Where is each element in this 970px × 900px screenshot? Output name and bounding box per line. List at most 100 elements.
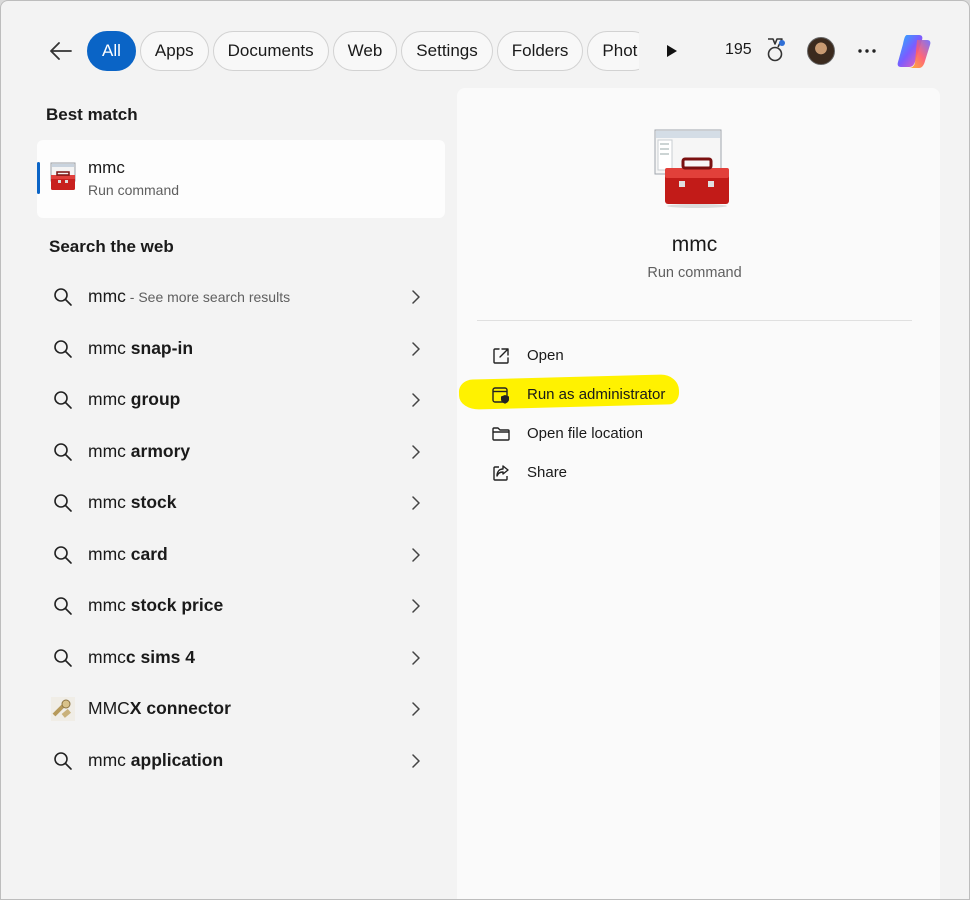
more-filters-button[interactable]	[661, 39, 683, 63]
search-icon	[51, 749, 75, 773]
query-completion: stock	[130, 492, 177, 512]
chevron-right-icon[interactable]	[407, 287, 425, 307]
open-file-location-action[interactable]: Open file location	[487, 419, 747, 449]
web-suggestion-item[interactable]: mmc application	[37, 735, 445, 787]
web-suggestion-label: mmc armory	[88, 441, 190, 462]
search-icon	[51, 285, 75, 309]
web-suggestions-list: mmc - See more search results mmc snap-in…	[37, 271, 445, 786]
web-suggestion-label: mmc card	[88, 544, 168, 565]
chevron-right-icon[interactable]	[407, 339, 425, 359]
connector-thumbnail-icon	[51, 697, 75, 721]
web-suggestion-label: mmc - See more search results	[88, 286, 290, 307]
share-icon	[490, 462, 512, 484]
ellipsis-icon	[858, 49, 876, 53]
web-suggestion-label: mmc stock price	[88, 595, 223, 616]
mmc-large-icon	[654, 129, 729, 208]
rewards-medal-icon[interactable]	[763, 37, 787, 65]
best-match-type: Run command	[88, 182, 180, 198]
shield-admin-icon	[490, 384, 512, 406]
web-suggestion-item[interactable]: mmc armory	[37, 426, 445, 478]
tab-settings[interactable]: Settings	[401, 31, 493, 71]
chevron-right-icon[interactable]	[407, 648, 425, 668]
query-completion: c sims 4	[125, 646, 195, 667]
query-prefix: mmc	[88, 749, 131, 770]
detail-subtitle: Run command	[647, 265, 742, 281]
open-file-location-label: Open file location	[527, 425, 643, 442]
query-completion: card	[130, 543, 168, 564]
run-as-admin-action[interactable]: Run as administrator	[487, 380, 747, 410]
see-more-hint: - See more search results	[125, 289, 291, 305]
chevron-right-icon[interactable]	[407, 493, 425, 513]
tab-documents[interactable]: Documents	[212, 31, 329, 71]
open-action[interactable]: Open	[487, 341, 747, 371]
web-suggestion-label: mmc group	[88, 389, 180, 410]
web-suggestion-item[interactable]: mmc stock	[37, 477, 445, 529]
query-prefix: mmc	[88, 440, 131, 461]
query-prefix: mmc	[88, 646, 126, 667]
detail-title: mmc	[671, 233, 718, 256]
query-completion: armory	[130, 440, 191, 461]
user-avatar[interactable]	[807, 37, 835, 65]
query-prefix: mmc	[88, 286, 126, 306]
tab-photos[interactable]: Phot	[587, 31, 639, 71]
back-arrow-icon	[50, 42, 72, 60]
web-suggestion-item[interactable]: mmc - See more search results	[37, 271, 445, 323]
search-top-bar: All Apps Documents Web Settings Folders Phot 1…	[1, 1, 969, 101]
play-icon	[667, 45, 677, 57]
chevron-right-icon[interactable]	[407, 699, 425, 719]
chevron-right-icon[interactable]	[407, 442, 425, 462]
back-button[interactable]	[45, 35, 77, 67]
query-completion: application	[130, 749, 224, 770]
search-icon	[51, 440, 75, 464]
search-icon	[51, 543, 75, 567]
query-completion: X connector	[129, 698, 231, 718]
tab-web[interactable]: Web	[332, 31, 398, 71]
tab-all[interactable]: All	[87, 31, 136, 71]
open-action-label: Open	[527, 347, 564, 364]
chevron-right-icon[interactable]	[407, 751, 425, 771]
tab-folders[interactable]: Folders	[496, 31, 584, 71]
search-icon	[51, 337, 75, 361]
web-suggestion-item[interactable]: mmcc sims 4	[37, 632, 445, 684]
filter-tabs: All Apps Documents Web Settings Folders Phot	[87, 31, 639, 71]
more-options-button[interactable]	[853, 37, 881, 65]
web-suggestion-item[interactable]: mmc group	[37, 374, 445, 426]
query-completion: snap-in	[130, 337, 194, 358]
search-web-heading: Search the web	[49, 237, 174, 256]
search-window: All Apps Documents Web Settings Folders Phot 1…	[0, 0, 970, 900]
detail-divider	[477, 320, 912, 321]
query-prefix: mmc	[88, 595, 131, 615]
copilot-icon[interactable]	[895, 31, 935, 71]
rewards-points[interactable]: 195	[725, 41, 752, 59]
open-external-icon	[490, 345, 512, 367]
web-suggestion-label: mmc stock	[88, 492, 177, 513]
best-match-heading: Best match	[46, 105, 138, 124]
web-suggestion-item[interactable]: MMCX connector	[37, 683, 445, 735]
query-completion: stock price	[130, 595, 224, 615]
chevron-right-icon[interactable]	[407, 545, 425, 565]
chevron-right-icon[interactable]	[407, 596, 425, 616]
chevron-right-icon[interactable]	[407, 390, 425, 410]
best-match-name: mmc	[88, 158, 125, 177]
mmc-toolbox-icon	[50, 162, 76, 190]
query-prefix: mmc	[88, 389, 131, 409]
search-icon	[51, 491, 75, 515]
search-icon	[51, 388, 75, 412]
web-suggestion-item[interactable]: mmc stock price	[37, 580, 445, 632]
web-suggestion-item[interactable]: mmc card	[37, 529, 445, 581]
query-prefix: mmc	[88, 543, 131, 564]
share-action[interactable]: Share	[487, 458, 747, 488]
query-prefix: MMC	[88, 698, 130, 718]
search-icon	[51, 646, 75, 670]
selection-indicator	[37, 162, 40, 194]
share-label: Share	[527, 464, 568, 481]
search-icon	[51, 594, 75, 618]
web-suggestion-item[interactable]: mmc snap-in	[37, 323, 445, 375]
run-as-admin-label: Run as administrator	[527, 386, 666, 403]
best-match-result[interactable]: mmc Run command	[37, 140, 445, 218]
web-suggestion-label: mmc application	[88, 750, 223, 771]
web-suggestion-label: MMCX connector	[88, 698, 231, 719]
tab-apps[interactable]: Apps	[139, 31, 209, 71]
folder-icon	[490, 423, 512, 445]
web-suggestion-label: mmcc sims 4	[88, 647, 195, 668]
